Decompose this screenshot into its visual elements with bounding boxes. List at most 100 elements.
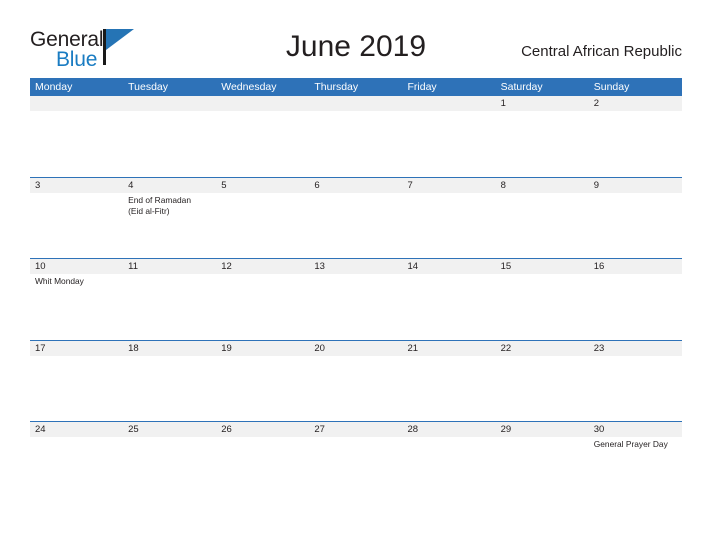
day-number-15[interactable]: 15 — [496, 259, 589, 274]
day-number-29[interactable]: 29 — [496, 422, 589, 437]
calendar-table: Monday Tuesday Wednesday Thursday Friday Satu… — [30, 78, 682, 503]
calendar-weeks: 1 2 3 4 5 6 7 8 9 End of Ramadan (Eid al-Fitr) 10 11… — [30, 96, 682, 503]
day-cell-empty — [309, 437, 402, 502]
day-cell-empty — [403, 356, 496, 421]
day-number-22[interactable]: 22 — [496, 341, 589, 356]
day-number-band: 12 — [30, 96, 682, 111]
day-cell-empty — [403, 274, 496, 339]
day-cell-empty — [496, 111, 589, 176]
day-number-25[interactable]: 25 — [123, 422, 216, 437]
day-number-band: 3456789 — [30, 177, 682, 193]
day-number-30[interactable]: 30 — [589, 422, 682, 437]
day-number-21[interactable]: 21 — [403, 341, 496, 356]
day-number-13[interactable]: 13 — [309, 259, 402, 274]
day-number-empty — [216, 96, 309, 111]
day-number-26[interactable]: 26 — [216, 422, 309, 437]
day-cell-empty — [496, 356, 589, 421]
weekday-header-tuesday: Tuesday — [128, 81, 169, 93]
day-number-empty — [403, 96, 496, 111]
day-number-4[interactable]: 4 — [123, 178, 216, 193]
day-number-band: 17 18 19 20 21 22 23 — [30, 340, 682, 356]
day-cell-empty — [496, 274, 589, 339]
calendar-week-row: 10 11 12 13 14 15 16 Whit Monday — [30, 258, 682, 340]
day-cell-empty — [403, 193, 496, 258]
day-number-band: 10 11 12 13 14 15 16 — [30, 259, 682, 274]
day-cell-empty — [589, 356, 682, 421]
day-number-23[interactable]: 23 — [589, 341, 682, 356]
day-number-18[interactable]: 18 — [123, 341, 216, 356]
day-number-band: 24 25 26 27 28 29 30 — [30, 422, 682, 437]
day-number-6[interactable]: 6 — [309, 178, 402, 193]
day-cell-empty — [216, 193, 309, 258]
day-cell-empty — [403, 111, 496, 176]
day-cell-empty — [589, 111, 682, 176]
weekday-header-saturday: Saturday — [500, 81, 543, 93]
page-header: General Blue June 2019 Central African R… — [0, 0, 712, 78]
day-cell-empty — [216, 274, 309, 339]
day-event-band: Whit Monday — [30, 274, 682, 339]
day-cell-empty — [309, 274, 402, 339]
weekday-header-sunday: Sunday — [593, 81, 630, 93]
day-cell-empty — [309, 356, 402, 421]
weekday-header-thursday: Thursday — [314, 81, 359, 93]
day-event-band: General Prayer Day — [30, 437, 682, 502]
day-cell-empty — [216, 437, 309, 502]
weekday-header-monday: Monday — [35, 81, 73, 93]
day-number-10[interactable]: 10 — [30, 259, 123, 274]
day-cell-empty — [30, 111, 123, 176]
event-label: General Prayer Day — [593, 439, 668, 449]
day-cell-empty — [309, 111, 402, 176]
day-event-band — [30, 356, 682, 421]
day-cell-events-30[interactable]: General Prayer Day — [589, 437, 682, 502]
day-cell-empty — [216, 356, 309, 421]
day-number-5[interactable]: 5 — [216, 178, 309, 193]
day-number-24[interactable]: 24 — [30, 422, 123, 437]
day-event-band: End of Ramadan (Eid al-Fitr) — [30, 193, 682, 258]
day-cell-empty — [589, 274, 682, 339]
day-cell-empty — [123, 356, 216, 421]
calendar-week-row: 24 25 26 27 28 29 30 General Prayer Day — [30, 421, 682, 503]
day-cell-empty — [309, 193, 402, 258]
event-label: Whit Monday — [35, 276, 84, 286]
event-label: End of Ramadan — [128, 194, 191, 205]
day-number-empty — [123, 96, 216, 111]
country-label: Central African Republic — [521, 43, 682, 60]
weekday-header-wednesday: Wednesday — [221, 81, 277, 93]
day-cell-empty — [403, 437, 496, 502]
day-number-empty — [30, 96, 123, 111]
day-cell-empty — [123, 111, 216, 176]
day-cell-empty — [123, 274, 216, 339]
day-number-8[interactable]: 8 — [496, 178, 589, 193]
day-cell-empty — [216, 111, 309, 176]
day-number-20[interactable]: 20 — [309, 341, 402, 356]
day-cell-empty — [496, 193, 589, 258]
day-number-19[interactable]: 19 — [216, 341, 309, 356]
day-cell-empty — [496, 437, 589, 502]
calendar-week-row: 12 — [30, 96, 682, 177]
day-cell-events-10[interactable]: Whit Monday — [30, 274, 123, 339]
day-number-28[interactable]: 28 — [403, 422, 496, 437]
day-cell-events-4[interactable]: End of Ramadan (Eid al-Fitr) — [123, 193, 216, 258]
weekday-header-friday: Friday — [407, 81, 437, 93]
day-cell-empty — [123, 437, 216, 502]
day-number-14[interactable]: 14 — [403, 259, 496, 274]
day-number-16[interactable]: 16 — [589, 259, 682, 274]
day-number-3[interactable]: 3 — [30, 178, 123, 193]
day-number-27[interactable]: 27 — [309, 422, 402, 437]
calendar-week-row: 17 18 19 20 21 22 23 — [30, 339, 682, 422]
day-cell-empty — [30, 193, 123, 258]
day-cell-empty — [30, 356, 123, 421]
day-number-2[interactable]: 2 — [589, 96, 682, 111]
day-number-12[interactable]: 12 — [216, 259, 309, 274]
day-number-empty — [309, 96, 402, 111]
day-number-9[interactable]: 9 — [589, 178, 682, 193]
day-number-17[interactable]: 17 — [30, 341, 123, 356]
event-label: (Eid al-Fitr) — [128, 205, 170, 216]
day-cell-empty — [589, 193, 682, 258]
day-number-1[interactable]: 1 — [496, 96, 589, 111]
weekday-header-row: Monday Tuesday Wednesday Thursday Friday Satu… — [30, 78, 682, 96]
day-cell-empty — [30, 437, 123, 502]
day-number-7[interactable]: 7 — [403, 178, 496, 193]
day-number-11[interactable]: 11 — [123, 259, 216, 274]
calendar-week-row: 3 4 5 6 7 8 9 End of Ramadan (Eid al-Fitr) — [30, 176, 682, 259]
